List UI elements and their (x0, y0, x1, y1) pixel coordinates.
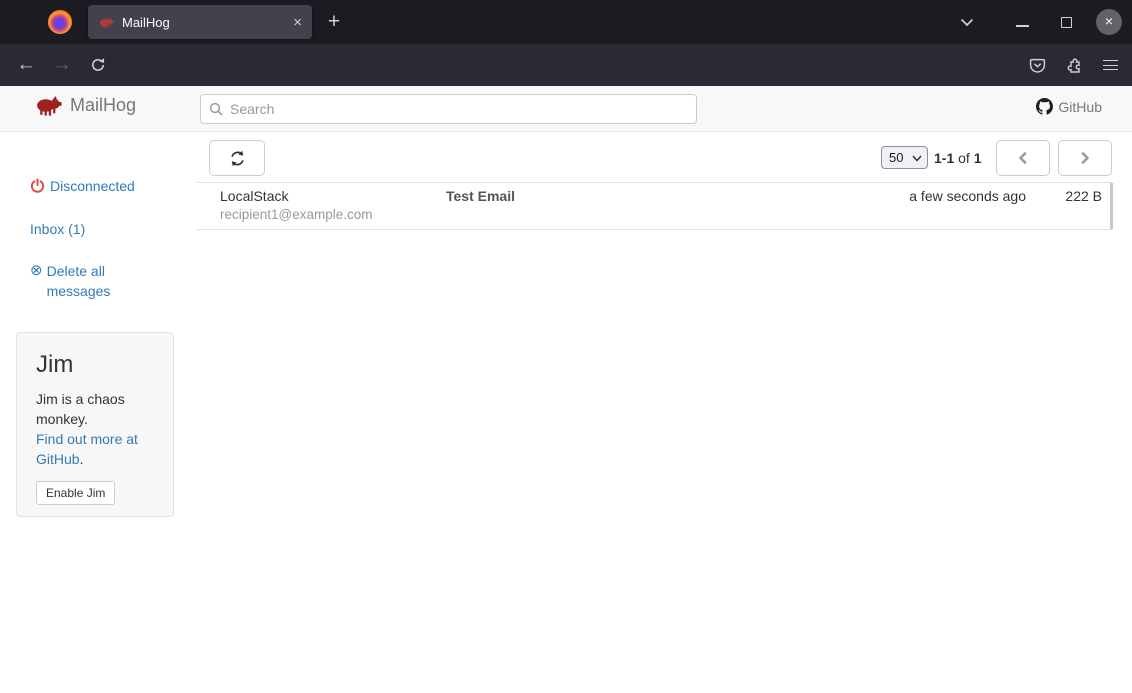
pocket-icon[interactable] (1029, 57, 1046, 74)
message-row[interactable]: LocalStack recipient1@example.com Test E… (196, 182, 1112, 230)
reload-icon (90, 57, 106, 73)
mailhog-favicon-icon (98, 16, 114, 29)
github-label: GitHub (1058, 99, 1102, 115)
navbar-right-icons (1019, 44, 1132, 86)
jim-github-link[interactable]: Find out more at GitHub (36, 431, 138, 467)
jim-description: Jim is a chaos monkey. (36, 389, 154, 429)
tab-title: MailHog (122, 15, 293, 30)
sidebar-item-inbox[interactable]: Inbox (1) (30, 219, 85, 239)
page-size-select-wrap: 50 (881, 146, 928, 169)
range-total: 1 (974, 150, 982, 166)
message-sender: LocalStack (220, 188, 288, 204)
chevron-right-icon (1078, 151, 1092, 165)
window-minimize-button[interactable] (1016, 25, 1029, 27)
enable-jim-button[interactable]: Enable Jim (36, 481, 115, 505)
search-icon (209, 102, 223, 116)
browser-tab-mailhog[interactable]: MailHog × (88, 5, 312, 39)
inbox-label: Inbox (1) (30, 219, 85, 239)
message-received-time: a few seconds ago (909, 188, 1026, 204)
jim-link-period: . (80, 451, 84, 467)
page-size-select[interactable]: 50 (881, 146, 928, 169)
brand-name: MailHog (70, 95, 136, 116)
delete-all-label: Delete all messages (47, 261, 146, 301)
mailhog-brand[interactable]: MailHog (34, 95, 136, 116)
list-scrollbar-thumb[interactable] (1110, 183, 1113, 229)
mailhog-header: MailHog GitHub (0, 86, 1132, 132)
menu-hamburger-icon[interactable] (1103, 60, 1118, 70)
github-link[interactable]: GitHub (1036, 98, 1102, 115)
search-box (200, 94, 697, 124)
tab-close-icon[interactable]: × (293, 15, 302, 30)
mailhog-pig-icon (34, 95, 62, 116)
prev-page-button[interactable] (996, 140, 1050, 176)
sidebar-item-delete-all[interactable]: ⊗ Delete all messages (30, 261, 146, 301)
back-button[interactable]: ← (10, 44, 42, 86)
refresh-button[interactable] (209, 140, 265, 176)
window-maximize-button[interactable] (1061, 17, 1072, 28)
jim-title: Jim (36, 351, 154, 379)
message-subject: Test Email (446, 188, 515, 204)
next-page-button[interactable] (1058, 140, 1112, 176)
firefox-logo-icon[interactable] (48, 10, 72, 34)
search-input[interactable] (230, 101, 688, 117)
message-size: 222 B (1065, 188, 1102, 204)
forward-button[interactable]: → (46, 44, 78, 86)
delete-all-icon: ⊗ (30, 261, 43, 281)
refresh-icon (229, 150, 246, 167)
range-of: of (954, 150, 973, 166)
reload-button[interactable] (82, 44, 114, 86)
power-icon (30, 178, 45, 193)
jim-panel: Jim Jim is a chaos monkey. Find out more… (16, 332, 174, 517)
message-recipient: recipient1@example.com (220, 207, 373, 222)
new-tab-button[interactable]: + (320, 8, 348, 36)
sidebar-item-connection-status[interactable]: Disconnected (30, 176, 135, 196)
pagination-range: 1-1 of 1 (934, 150, 982, 166)
chevron-left-icon (1016, 151, 1030, 165)
tab-list-chevron-icon[interactable] (960, 18, 974, 27)
browser-titlebar: MailHog × + × (0, 0, 1132, 44)
window-controls: × (960, 0, 1132, 44)
github-octocat-icon (1036, 98, 1053, 115)
window-close-button[interactable]: × (1096, 9, 1122, 35)
connection-status-label: Disconnected (50, 176, 135, 196)
screen: MailHog × + × ← → (0, 0, 1132, 693)
range-current: 1-1 (934, 150, 954, 166)
extensions-puzzle-icon[interactable] (1066, 57, 1083, 74)
browser-navbar: ← → mailhog.localhost.localstack.cloud:4… (0, 44, 1132, 86)
